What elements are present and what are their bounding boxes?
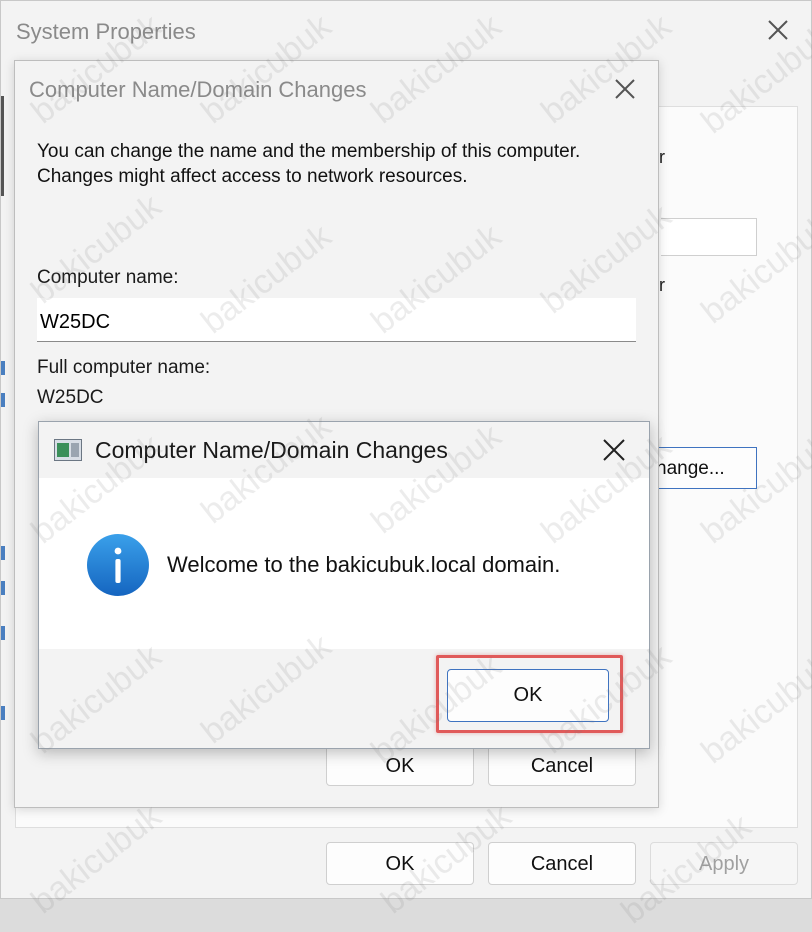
description-field[interactable] bbox=[661, 218, 757, 256]
apply-button[interactable]: Apply bbox=[650, 842, 798, 885]
left-edge-link-fragment bbox=[1, 706, 5, 720]
computer-name-label: Computer name: bbox=[37, 267, 179, 288]
welcome-message-box: Computer Name/Domain Changes Welcome to … bbox=[38, 421, 650, 749]
full-computer-name-value: W25DC bbox=[37, 387, 104, 408]
cancel-button[interactable]: Cancel bbox=[488, 744, 636, 786]
change-button[interactable]: hange... bbox=[656, 447, 757, 489]
message-text: Welcome to the bakicubuk.local domain. bbox=[167, 552, 561, 577]
ok-button[interactable]: OK bbox=[326, 744, 474, 786]
left-edge-link-fragment bbox=[1, 361, 5, 375]
info-icon bbox=[86, 533, 150, 597]
left-edge-link-fragment bbox=[1, 546, 5, 560]
ok-button[interactable]: OK bbox=[326, 842, 474, 885]
dialog-title: Computer Name/Domain Changes bbox=[29, 77, 367, 102]
close-icon[interactable] bbox=[610, 74, 640, 104]
computer-name-input[interactable] bbox=[37, 298, 636, 342]
text-fragment: r bbox=[659, 275, 665, 295]
message-title: Computer Name/Domain Changes bbox=[95, 437, 448, 463]
message-body: Welcome to the bakicubuk.local domain. bbox=[39, 478, 649, 649]
full-computer-name-label: Full computer name: bbox=[37, 357, 211, 378]
computer-window-icon bbox=[54, 439, 82, 461]
dialog-description: You can change the name and the membersh… bbox=[37, 141, 581, 187]
left-edge-link-fragment bbox=[1, 626, 5, 640]
ok-button[interactable]: OK bbox=[447, 669, 609, 722]
text-fragment: r bbox=[659, 147, 665, 167]
window-title: System Properties bbox=[16, 19, 196, 44]
left-edge-fragment bbox=[1, 96, 4, 196]
cancel-button[interactable]: Cancel bbox=[488, 842, 636, 885]
close-icon[interactable] bbox=[763, 15, 793, 45]
left-edge-link-fragment bbox=[1, 393, 5, 407]
left-edge-link-fragment bbox=[1, 581, 5, 595]
close-icon[interactable] bbox=[599, 435, 629, 465]
